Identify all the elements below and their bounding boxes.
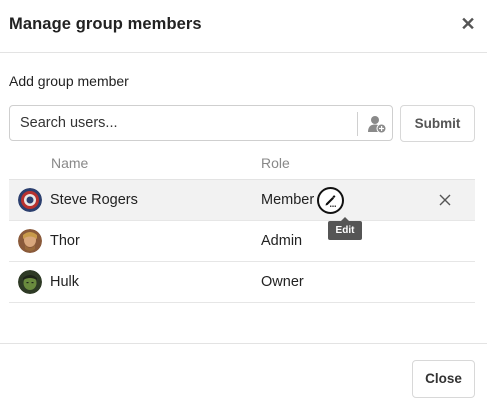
avatar — [18, 188, 42, 212]
column-header-role: Role — [261, 155, 290, 171]
member-name: Steve Rogers — [50, 192, 138, 208]
add-member-label: Add group member — [9, 73, 129, 89]
member-name: Thor — [50, 233, 80, 249]
dialog-header: Manage group members ✕ — [0, 0, 487, 53]
submit-button[interactable]: Submit — [400, 105, 475, 142]
pencil-icon — [325, 195, 336, 207]
edit-tooltip: Edit — [328, 217, 362, 240]
add-user-icon[interactable] — [367, 114, 387, 134]
column-header-name: Name — [51, 155, 89, 171]
member-role: Admin — [261, 233, 303, 249]
close-button[interactable]: Close — [412, 360, 475, 398]
table-row: Steve Rogers Member — [9, 180, 475, 221]
member-name: Hulk — [50, 274, 80, 290]
close-icon — [439, 194, 451, 206]
member-role: Owner — [261, 274, 304, 290]
avatar — [18, 229, 42, 253]
dialog-title: Manage group members — [9, 15, 202, 33]
remove-member-button[interactable] — [437, 192, 453, 208]
search-divider — [357, 112, 358, 136]
member-role: Member — [261, 192, 315, 208]
avatar — [18, 270, 42, 294]
search-field — [9, 105, 393, 141]
close-icon[interactable]: ✕ — [458, 14, 478, 34]
table-row: Hulk Owner — [9, 262, 475, 303]
manage-group-members-dialog: Manage group members ✕ Add group member … — [0, 0, 487, 408]
table-row: Thor Admin — [9, 221, 475, 262]
footer-divider — [0, 343, 487, 344]
search-input[interactable] — [10, 106, 354, 140]
edit-role-button[interactable] — [317, 187, 344, 214]
